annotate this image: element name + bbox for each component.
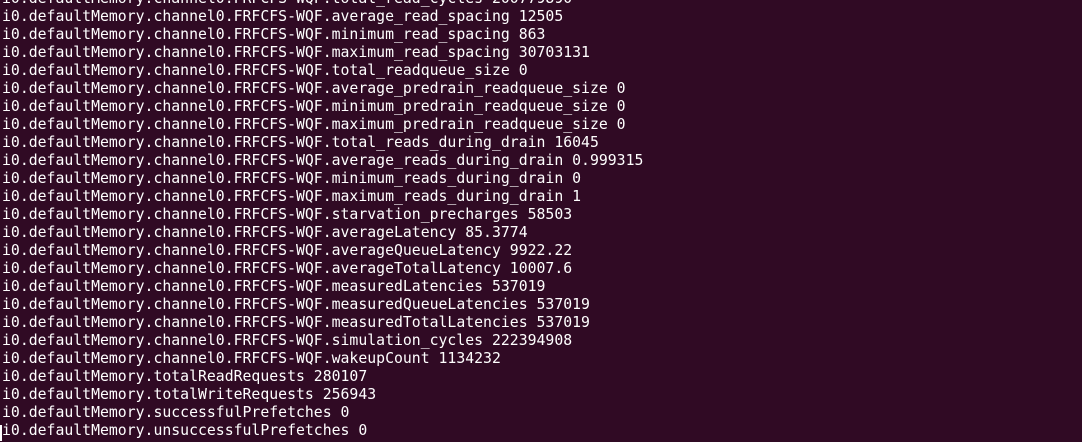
output-line: i0.defaultMemory.channel0.FRFCFS-WQF.ave… <box>2 152 644 169</box>
output-line: i0.defaultMemory.channel0.FRFCFS-WQF.tot… <box>2 0 643 8</box>
output-line: i0.defaultMemory.channel0.FRFCFS-WQF.mea… <box>2 278 546 295</box>
output-line: i0.defaultMemory.unsuccessfulPrefetches … <box>2 422 368 439</box>
text-cursor <box>0 425 2 441</box>
output-line: i0.defaultMemory.channel0.FRFCFS-WQF.max… <box>2 44 590 61</box>
output-line: i0.defaultMemory.channel0.FRFCFS-WQF.ave… <box>2 242 573 259</box>
output-line: i0.defaultMemory.channel0.FRFCFS-WQF.max… <box>2 116 626 133</box>
output-line: i0.defaultMemory.channel0.FRFCFS-WQF.sim… <box>2 332 573 349</box>
output-line: i0.defaultMemory.totalReadRequests 28010… <box>2 368 368 385</box>
output-line: i0.defaultMemory.channel0.FRFCFS-WQF.min… <box>2 170 582 187</box>
output-line: i0.defaultMemory.channel0.FRFCFS-WQF.ave… <box>2 8 564 25</box>
output-line: i0.defaultMemory.channel0.FRFCFS-WQF.max… <box>2 188 582 205</box>
output-line: i0.defaultMemory.channel0.FRFCFS-WQF.mea… <box>2 314 590 331</box>
output-line: i0.defaultMemory.channel0.FRFCFS-WQF.wak… <box>2 350 501 367</box>
terminal-output: i0.defaultMemory.channel0.FRFCFS-WQF.tot… <box>2 0 643 440</box>
output-line: i0.defaultMemory.channel0.FRFCFS-WQF.sta… <box>2 206 573 223</box>
output-line: i0.defaultMemory.channel0.FRFCFS-WQF.tot… <box>2 134 599 151</box>
output-line: i0.defaultMemory.totalWriteRequests 2569… <box>2 386 377 403</box>
output-line: i0.defaultMemory.channel0.FRFCFS-WQF.tot… <box>2 62 528 79</box>
output-line: i0.defaultMemory.channel0.FRFCFS-WQF.ave… <box>2 224 528 241</box>
terminal-window[interactable]: i0.defaultMemory.channel0.FRFCFS-WQF.tot… <box>0 0 1082 442</box>
output-line: i0.defaultMemory.channel0.FRFCFS-WQF.mea… <box>2 296 590 313</box>
output-line: i0.defaultMemory.channel0.FRFCFS-WQF.min… <box>2 26 546 43</box>
output-line: i0.defaultMemory.successfulPrefetches 0 <box>2 404 350 421</box>
output-line: i0.defaultMemory.channel0.FRFCFS-WQF.ave… <box>2 260 573 277</box>
output-line: i0.defaultMemory.channel0.FRFCFS-WQF.ave… <box>2 80 626 97</box>
output-line: i0.defaultMemory.channel0.FRFCFS-WQF.min… <box>2 98 626 115</box>
